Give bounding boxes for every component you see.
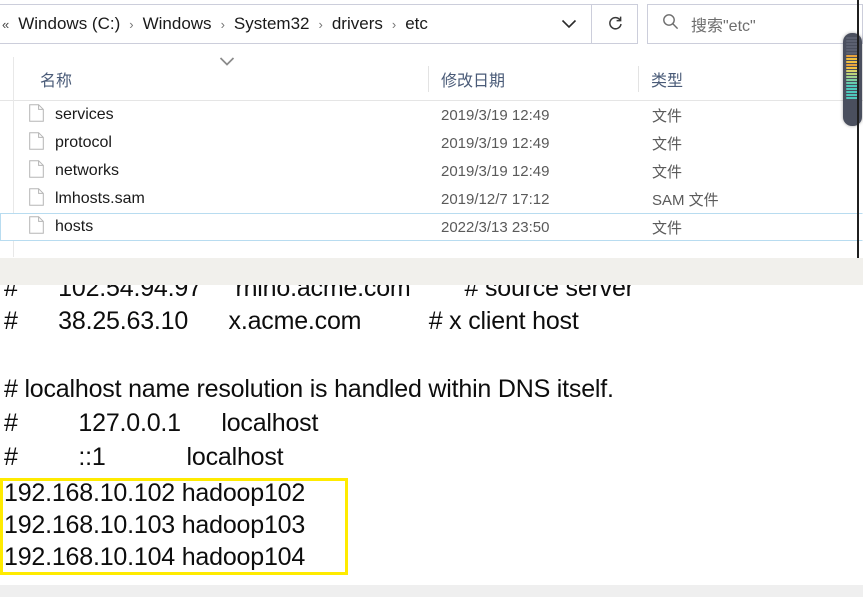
table-row[interactable]: protocol 2019/3/19 12:49 文件 bbox=[0, 129, 863, 157]
file-explorer-pane: « Windows (C:) › Windows › System32 › dr… bbox=[0, 0, 863, 258]
file-type-cell: 文件 bbox=[652, 135, 683, 153]
file-date-cell: 2019/3/19 12:49 bbox=[441, 106, 550, 124]
bottom-band bbox=[0, 585, 863, 597]
hosts-file-text-pane[interactable]: # 102.54.94.97 rhino.acme.com # source s… bbox=[0, 285, 863, 585]
file-type-cell: 文件 bbox=[652, 219, 683, 237]
file-name-text: protocol bbox=[55, 134, 112, 151]
table-row[interactable]: lmhosts.sam 2019/12/7 17:12 SAM 文件 bbox=[0, 185, 863, 213]
breadcrumb-item-3[interactable]: drivers bbox=[327, 12, 388, 36]
file-icon bbox=[29, 187, 44, 211]
breadcrumb-overflow-icon[interactable]: « bbox=[2, 18, 13, 31]
file-date-cell: 2022/3/13 23:50 bbox=[441, 218, 550, 236]
breadcrumb: Windows (C:) › Windows › System32 › driv… bbox=[13, 12, 547, 36]
chevron-down-icon[interactable] bbox=[547, 19, 591, 29]
text-line-0: # 102.54.94.97 rhino.acme.com # source s… bbox=[4, 285, 634, 302]
file-type-cell: 文件 bbox=[652, 107, 683, 125]
file-name-cell: lmhosts.sam bbox=[29, 187, 145, 211]
file-type-cell: SAM 文件 bbox=[652, 191, 719, 209]
file-type-cell: 文件 bbox=[652, 163, 683, 181]
file-name-text: hosts bbox=[55, 218, 94, 235]
file-icon bbox=[29, 159, 44, 183]
text-line-3: # localhost name resolution is handled w… bbox=[4, 375, 614, 403]
file-name-text: networks bbox=[55, 162, 120, 179]
window-edge-line bbox=[857, 0, 859, 258]
file-name-cell: hosts bbox=[29, 215, 94, 239]
text-line-1: # 38.25.63.10 x.acme.com # x client host bbox=[4, 307, 579, 335]
breadcrumb-item-0[interactable]: Windows (C:) bbox=[13, 12, 125, 36]
text-line-4: # 127.0.0.1 localhost bbox=[4, 409, 319, 437]
breadcrumb-item-1[interactable]: Windows bbox=[138, 12, 217, 36]
file-date-cell: 2019/3/19 12:49 bbox=[441, 162, 550, 180]
file-name-text: services bbox=[55, 106, 114, 123]
screenshot-root: « Windows (C:) › Windows › System32 › dr… bbox=[0, 0, 863, 597]
file-icon bbox=[29, 215, 44, 239]
breadcrumb-separator: › bbox=[129, 16, 134, 32]
search-placeholder: 搜索"etc" bbox=[691, 18, 756, 35]
text-line-5: # ::1 localhost bbox=[4, 443, 284, 471]
file-name-cell: networks bbox=[29, 159, 120, 183]
file-date-cell: 2019/3/19 12:49 bbox=[441, 134, 550, 152]
pane-separator-band bbox=[0, 258, 863, 285]
breadcrumb-item-2[interactable]: System32 bbox=[229, 12, 315, 36]
file-name-cell: services bbox=[29, 103, 114, 127]
column-header-type[interactable]: 类型 bbox=[638, 66, 838, 92]
column-header-row: 名称 修改日期 类型 bbox=[0, 57, 863, 101]
breadcrumb-separator: › bbox=[220, 16, 225, 32]
file-list: services 2019/3/19 12:49 文件 protocol 201… bbox=[0, 101, 863, 241]
address-bar: « Windows (C:) › Windows › System32 › dr… bbox=[0, 4, 863, 44]
sort-indicator-icon bbox=[219, 55, 235, 68]
search-icon bbox=[662, 13, 679, 35]
file-date-cell: 2019/12/7 17:12 bbox=[441, 190, 550, 208]
column-header-date[interactable]: 修改日期 bbox=[428, 66, 638, 92]
refresh-icon bbox=[608, 16, 622, 30]
table-row[interactable]: networks 2019/3/19 12:49 文件 bbox=[0, 157, 863, 185]
breadcrumb-item-4[interactable]: etc bbox=[400, 12, 433, 36]
file-icon bbox=[29, 103, 44, 127]
vertical-scrollbar-thumb[interactable] bbox=[843, 33, 862, 126]
file-icon bbox=[29, 131, 44, 155]
breadcrumb-bar[interactable]: « Windows (C:) › Windows › System32 › dr… bbox=[0, 4, 592, 44]
file-name-text: lmhosts.sam bbox=[55, 190, 145, 207]
search-input[interactable]: 搜索"etc" bbox=[647, 4, 863, 44]
refresh-button[interactable] bbox=[592, 4, 638, 44]
breadcrumb-separator: › bbox=[318, 16, 323, 32]
breadcrumb-separator: › bbox=[391, 16, 397, 32]
yellow-highlight-box bbox=[0, 478, 348, 575]
table-row-selected[interactable]: hosts 2022/3/13 23:50 文件 bbox=[0, 213, 863, 241]
table-row[interactable]: services 2019/3/19 12:49 文件 bbox=[0, 101, 863, 129]
file-name-cell: protocol bbox=[29, 131, 112, 155]
